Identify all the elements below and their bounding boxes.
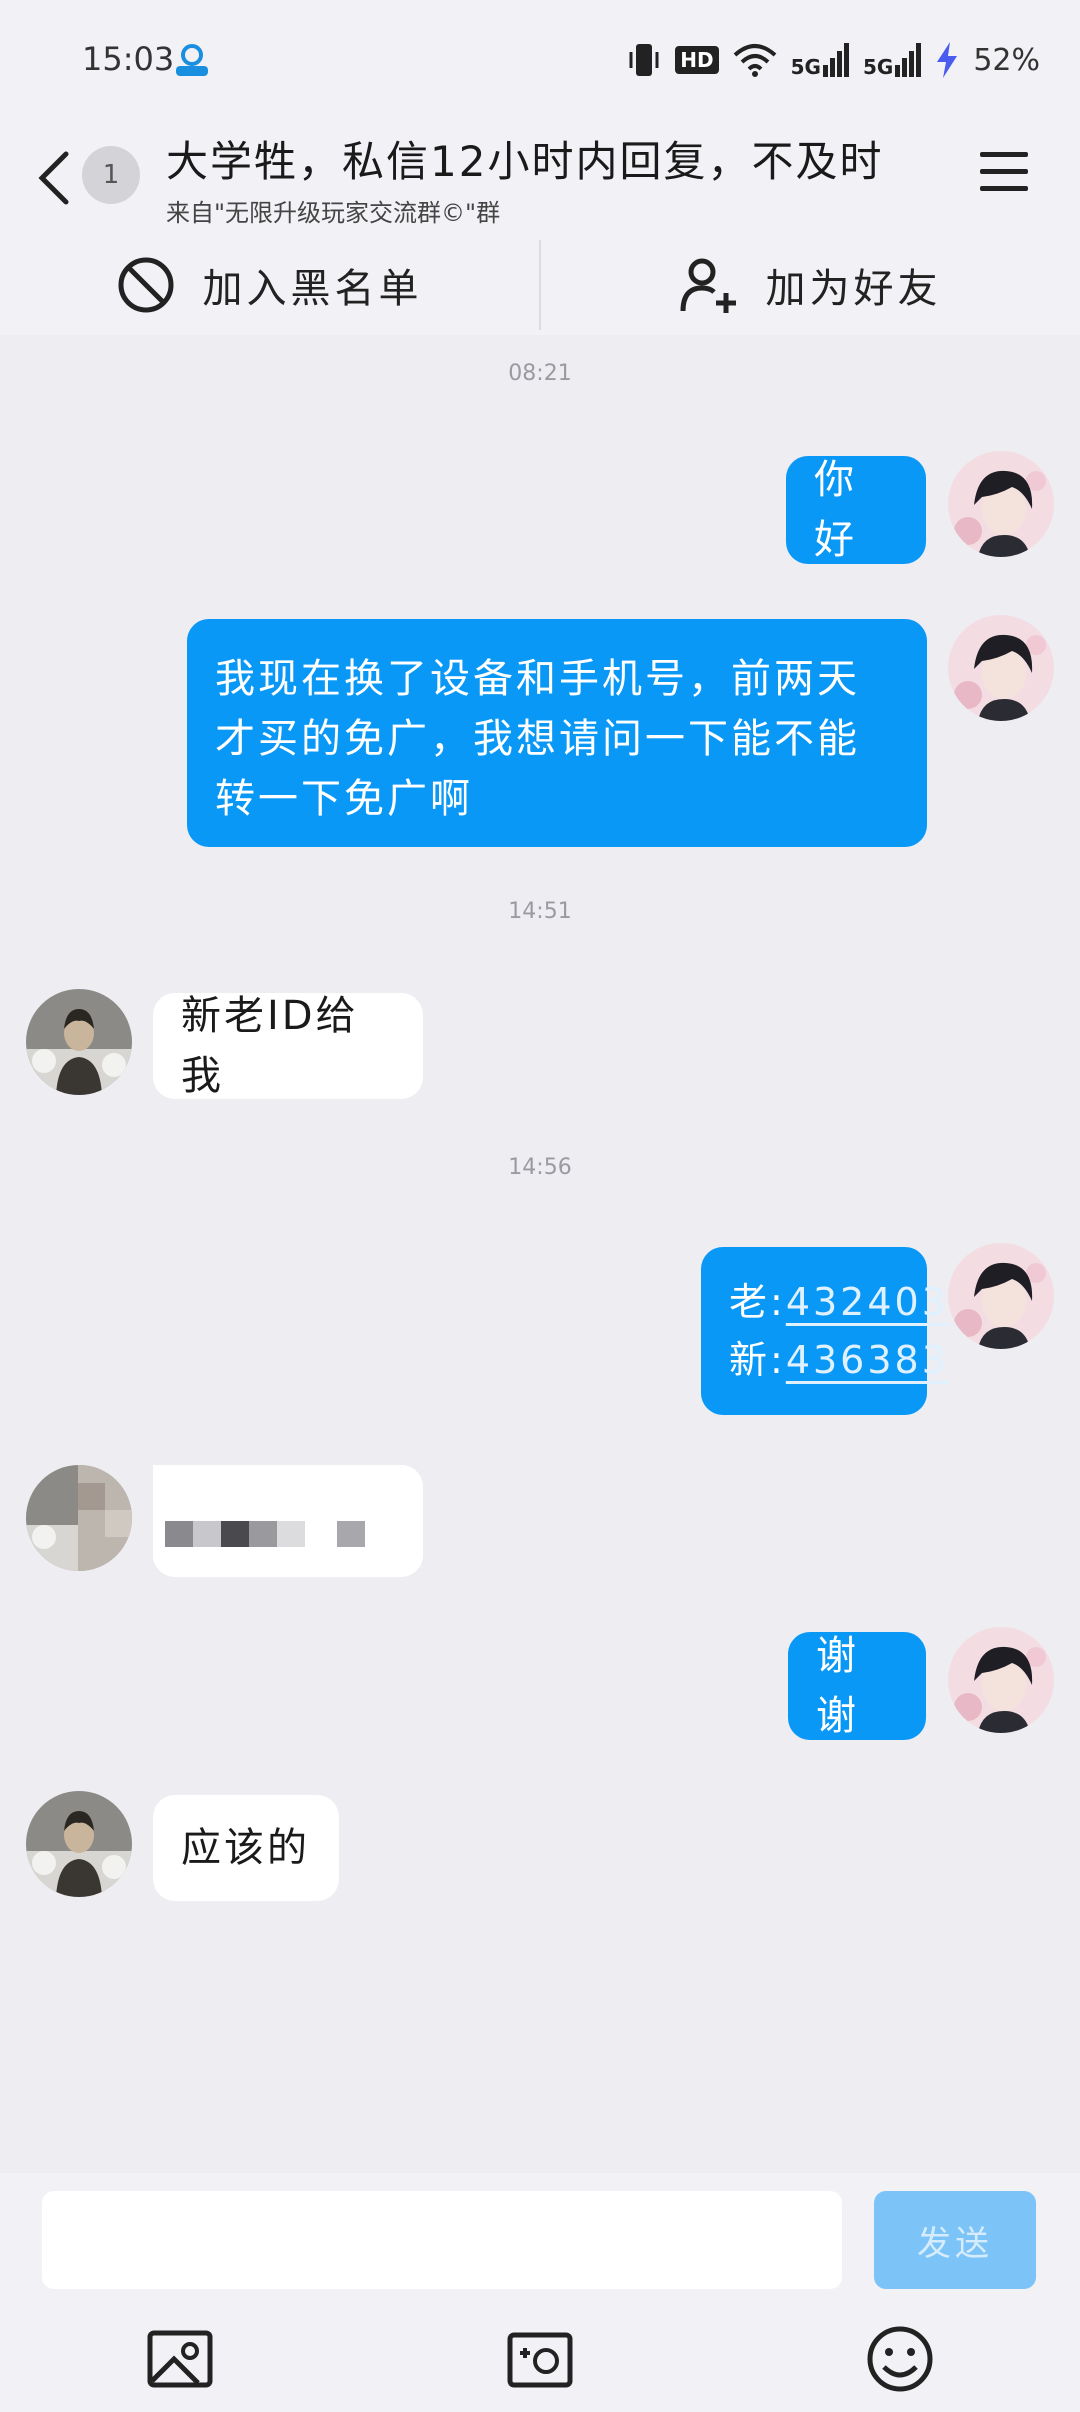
message-bubble-received[interactable]: 应该的: [153, 1795, 339, 1901]
unread-count-badge: 1: [82, 146, 140, 204]
signal-1: 5G: [791, 43, 849, 77]
add-friend-label: 加为好友: [765, 266, 942, 312]
hamburger-line: [980, 152, 1028, 157]
new-id-line: 新:436383: [729, 1331, 949, 1389]
my-avatar[interactable]: [948, 615, 1054, 721]
chevron-left-icon: [38, 151, 69, 205]
timestamp: 14:51: [508, 899, 572, 924]
timestamp: 08:21: [508, 361, 572, 386]
block-icon: [118, 257, 173, 313]
composer: 发送: [0, 2173, 1080, 2412]
charging-icon: [937, 42, 958, 78]
hd-badge: HD: [675, 46, 719, 74]
my-avatar[interactable]: [948, 1627, 1054, 1733]
menu-button[interactable]: [980, 152, 1028, 196]
add-friend-button[interactable]: 加为好友: [541, 235, 1080, 335]
message-bubble-sent[interactable]: 我现在换了设备和手机号，前两天才买的免广，我想请问一下能不能转一下免广啊: [187, 619, 927, 847]
blacklist-label: 加入黑名单: [202, 266, 423, 312]
old-id-label: 老:: [729, 1280, 786, 1324]
old-id-line: 老:432403: [729, 1273, 949, 1331]
hamburger-line: [980, 186, 1028, 191]
add-user-icon: [680, 258, 736, 313]
stranger-action-bar: 加入黑名单 加为好友: [0, 235, 1080, 335]
my-avatar[interactable]: [948, 1243, 1054, 1349]
image-picker-icon[interactable]: [144, 2323, 216, 2395]
emoji-icon[interactable]: [864, 2323, 936, 2395]
new-id-link[interactable]: 436383: [786, 1338, 949, 1382]
status-time: 15:03: [82, 40, 175, 78]
timestamp: 14:56: [508, 1155, 572, 1180]
contact-avatar-image: [26, 989, 132, 1095]
chat-title-block[interactable]: 大学牲，私信12小时内回复，不及时 来自"无限升级玩家交流群©"群: [166, 128, 926, 228]
signal-2: 5G: [863, 43, 922, 77]
signal-bars-icon: [895, 43, 922, 77]
hamburger-line: [980, 169, 1028, 174]
send-button[interactable]: 发送: [874, 2191, 1036, 2289]
status-icons: HD 5G 5G 52%: [627, 36, 1040, 84]
app-notification-icon: [176, 44, 208, 76]
blacklist-button[interactable]: 加入黑名单: [0, 235, 539, 335]
message-input[interactable]: [42, 2191, 842, 2289]
contact-avatar-image: [26, 1791, 132, 1897]
my-avatar-image: [948, 1627, 1054, 1733]
my-avatar-image: [948, 451, 1054, 557]
chat-screen: 15:03 HD 5G 5G 52% 1 大学牲，私信12小时内回复，不及时 来…: [0, 0, 1080, 2412]
message-bubble-received-censored[interactable]: [153, 1465, 423, 1577]
vibrate-icon: [629, 44, 659, 76]
my-avatar[interactable]: [948, 451, 1054, 557]
message-bubble-sent[interactable]: 谢谢: [788, 1632, 926, 1740]
message-list[interactable]: 08:21 你好 我现在换了设备和手机号，前两天才买的免广，我想请问一下能不能转…: [0, 335, 1080, 2173]
status-bar: 15:03 HD 5G 5G 52%: [0, 0, 1080, 120]
contact-avatar[interactable]: [26, 989, 132, 1095]
new-id-label: 新:: [729, 1338, 786, 1382]
chat-title: 大学牲，私信12小时内回复，不及时: [166, 137, 884, 186]
my-avatar-image: [948, 615, 1054, 721]
old-id-link[interactable]: 432403: [786, 1280, 949, 1324]
contact-avatar[interactable]: [26, 1465, 132, 1571]
contact-avatar[interactable]: [26, 1791, 132, 1897]
message-bubble-sent[interactable]: 你好: [786, 456, 926, 564]
message-bubble-received[interactable]: 新老ID给我: [153, 993, 423, 1099]
contact-avatar-image: [26, 1465, 132, 1571]
chat-header: 1 大学牲，私信12小时内回复，不及时 来自"无限升级玩家交流群©"群: [0, 120, 1080, 235]
message-bubble-sent-ids[interactable]: 老:432403 新:436383: [701, 1247, 946, 1415]
chat-subtitle: 来自"无限升级玩家交流群©"群: [166, 199, 501, 227]
wifi-icon: [733, 44, 776, 77]
battery-level: 52%: [973, 42, 1040, 78]
signal-bars-icon: [822, 43, 849, 77]
back-button[interactable]: 1: [36, 142, 146, 208]
camera-icon[interactable]: [504, 2323, 576, 2395]
my-avatar-image: [948, 1243, 1054, 1349]
pixelated-content: [153, 1465, 423, 1577]
